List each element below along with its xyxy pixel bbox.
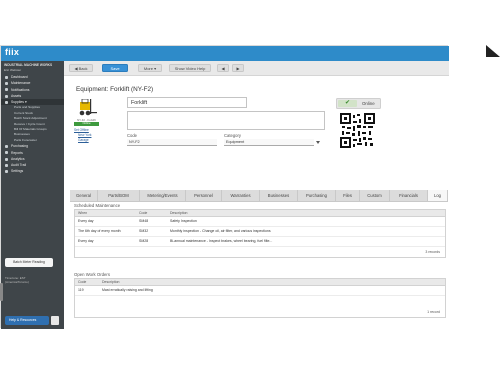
box-icon: [5, 94, 8, 98]
sidebar-item-settings[interactable]: Settings: [1, 168, 64, 174]
table-row[interactable]: Every day SM48 Safety Inspection: [75, 217, 445, 227]
show-video-help-button[interactable]: Show Video Help: [169, 63, 211, 72]
tab-log[interactable]: Log: [428, 190, 448, 201]
timezone-text: Timezone: EST (America/Toronto): [5, 276, 29, 284]
tab-metering-events[interactable]: Metering/Events: [140, 190, 186, 201]
app-window: fiix INDUSTRIAL MACHINE WORKS Eric Webst…: [0, 45, 449, 329]
code-field[interactable]: NY-F2: [127, 139, 217, 146]
table-footer: 3 records: [75, 247, 445, 257]
column-when[interactable]: When: [78, 210, 87, 216]
wrench-icon: [5, 82, 8, 86]
table-header: Code Description: [75, 279, 445, 286]
qr-code-icon: [340, 113, 375, 148]
status-badge: Online: [74, 121, 99, 126]
more-button[interactable]: More ▾: [138, 63, 162, 72]
tab-parts-bom[interactable]: Parts/BOM: [98, 190, 140, 201]
bell-icon: [5, 88, 8, 92]
help-resources-button[interactable]: Help & Resources: [5, 316, 49, 325]
detail-tabs: General Parts/BOM Metering/Events Person…: [70, 190, 448, 202]
sidebar: INDUSTRIAL MACHINE WORKS Eric Webster Da…: [1, 61, 64, 329]
record-count: 3 records: [425, 250, 440, 254]
tab-purchasing[interactable]: Purchasing: [298, 190, 336, 201]
forklift-icon: [79, 98, 97, 116]
online-toggle-button[interactable]: ✔ Online: [336, 98, 381, 109]
open-work-orders-table: Code Description 119 Mast erratically ra…: [74, 278, 446, 318]
tab-warranties[interactable]: Warranties: [222, 190, 260, 201]
set-offline-link[interactable]: Set Offline: [74, 128, 89, 132]
gear-icon: [5, 170, 8, 174]
table-row[interactable]: Every day SM28 Bi-annual maintenance - I…: [75, 237, 445, 247]
org-name: INDUSTRIAL MACHINE WORKS: [4, 63, 53, 67]
cart-icon: [5, 145, 8, 149]
column-code[interactable]: Code: [139, 210, 147, 216]
asset-description-input[interactable]: [127, 111, 325, 130]
checkmark-icon: ✔: [338, 100, 357, 107]
asset-name-input[interactable]: Forklift: [127, 97, 247, 108]
tab-general[interactable]: General: [70, 190, 98, 201]
collapse-sidebar-button[interactable]: [51, 316, 59, 325]
page-title: Equipment: Forklift (NY-F2): [76, 86, 154, 93]
record-count: 1 record: [427, 310, 440, 314]
next-record-button[interactable]: ▶: [232, 63, 244, 72]
table-footer: 1 record: [75, 307, 445, 317]
table-header: When Code Description: [75, 210, 445, 217]
tab-custom[interactable]: Custom: [360, 190, 390, 201]
sidebar-item-supplies[interactable]: Supplies ▾: [1, 99, 64, 106]
chart-icon: [5, 157, 8, 161]
chevron-down-icon[interactable]: [316, 141, 320, 144]
report-icon: [5, 151, 8, 155]
scheduled-maintenance-title: Scheduled Maintenance: [74, 203, 121, 208]
back-button[interactable]: ◀ Back: [69, 63, 93, 72]
category-label: Category: [224, 133, 241, 138]
tab-files[interactable]: Files: [336, 190, 360, 201]
column-description[interactable]: Description: [170, 210, 188, 216]
asset-detail-panel: Equipment: Forklift (NY-F2) NY-F2 - Fork…: [64, 76, 449, 329]
location-link[interactable]: New York: [78, 133, 91, 137]
top-bar: fiix: [1, 46, 449, 61]
facility-link[interactable]: Garage: [78, 138, 89, 142]
column-code[interactable]: Code: [78, 279, 86, 285]
fiix-logo: fiix: [5, 47, 20, 57]
table-row[interactable]: The 6th day of every month SM32 Monthly …: [75, 227, 445, 237]
previous-record-button[interactable]: ◀: [217, 63, 229, 72]
audit-icon: [5, 163, 8, 167]
category-select[interactable]: Equipment: [224, 139, 314, 146]
window-corner-decoration: [486, 45, 500, 57]
tab-businesses[interactable]: Businesses: [260, 190, 298, 201]
scrollbar-handle[interactable]: [0, 283, 3, 301]
save-button[interactable]: Save: [102, 63, 128, 72]
toolbar: ◀ Back Save More ▾ Show Video Help ◀ ▶: [64, 61, 449, 76]
code-label: Code: [127, 133, 138, 138]
batch-meter-reading-button[interactable]: Batch Meter Reading: [5, 258, 53, 267]
scheduled-maintenance-table: When Code Description Every day SM48 Saf…: [74, 209, 446, 258]
dashboard-icon: [5, 75, 8, 79]
table-row[interactable]: 119 Mast erratically raising and lifting: [75, 286, 445, 296]
column-description[interactable]: Description: [102, 279, 120, 285]
open-work-orders-title: Open Work Orders: [74, 272, 110, 277]
tab-financials[interactable]: Financials: [390, 190, 428, 201]
tab-personnel[interactable]: Personnel: [186, 190, 222, 201]
supplies-icon: [5, 100, 8, 104]
